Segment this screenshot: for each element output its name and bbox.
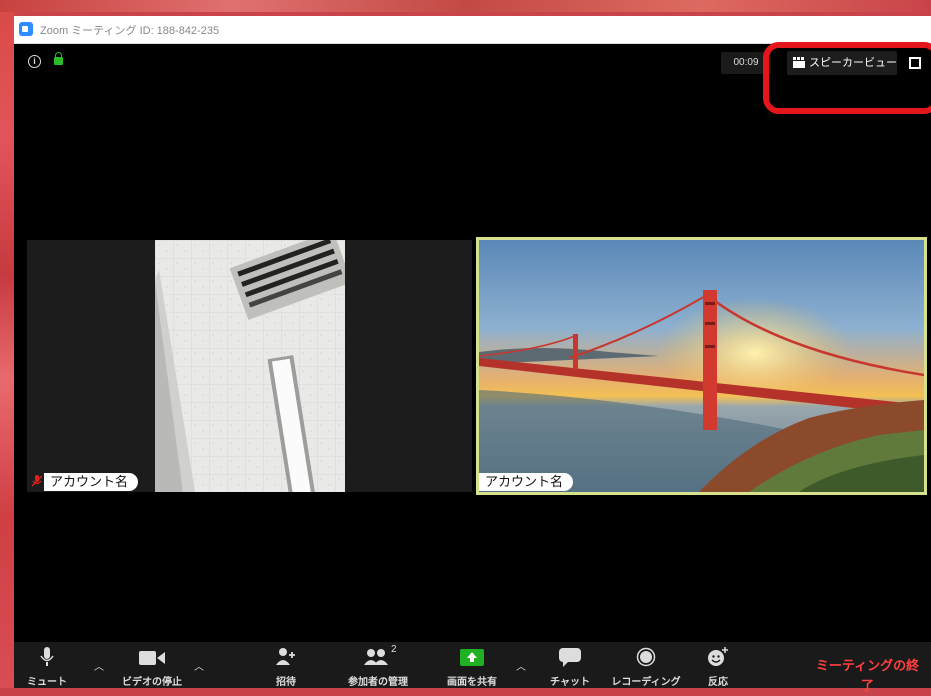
- title-bar: Zoom ミーティング ID: 188-842-235: [14, 16, 931, 44]
- chevron-up-icon[interactable]: ︿: [94, 658, 104, 673]
- chat-button[interactable]: チャット: [542, 642, 598, 688]
- share-screen-icon: [460, 649, 484, 666]
- desktop-background: [0, 0, 14, 688]
- participants-icon: [364, 649, 388, 665]
- stop-video-button[interactable]: ビデオの停止: [116, 642, 188, 688]
- info-icon[interactable]: i: [28, 55, 41, 68]
- zoom-logo-icon: [19, 22, 33, 36]
- record-label: レコーディング: [611, 677, 681, 688]
- meeting-controls-toolbar: ミュート ︿ ビデオの停止 ︿ 招待 2 参加者の管理 画面を共有 ︿ チャット…: [14, 642, 931, 693]
- chevron-up-icon[interactable]: ︿: [194, 658, 204, 673]
- invite-button[interactable]: 招待: [260, 642, 312, 688]
- camera-feed: [155, 240, 345, 492]
- window-title: Zoom ミーティング ID: 188-842-235: [40, 25, 220, 37]
- mute-button[interactable]: ミュート: [18, 642, 76, 688]
- annotation-highlight: [763, 42, 931, 114]
- add-user-icon: [276, 648, 295, 665]
- video-camera-icon: [139, 651, 165, 665]
- invite-label: 招待: [276, 677, 296, 688]
- stop-video-label: ビデオの停止: [122, 677, 182, 688]
- chat-label: チャット: [550, 677, 590, 688]
- share-screen-label: 画面を共有: [447, 677, 497, 688]
- participants-count: 2: [391, 644, 397, 655]
- zoom-window: Zoom ミーティング ID: 188-842-235 i 00:09 スピーカ…: [14, 16, 931, 693]
- chat-bubble-icon: [559, 648, 581, 667]
- participant-name-tag: アカウント名: [44, 473, 139, 491]
- record-icon: [636, 647, 656, 667]
- emoji-icon: [708, 647, 728, 666]
- mute-label: ミュート: [27, 677, 67, 688]
- muted-microphone-icon: [32, 475, 42, 487]
- participant-name-tag: アカウント名: [479, 473, 574, 491]
- microphone-icon: [40, 647, 54, 666]
- manage-participants-label: 参加者の管理: [348, 677, 408, 688]
- end-meeting-button[interactable]: ミーティングの終了: [810, 656, 925, 693]
- desktop-background-top: [0, 0, 931, 12]
- manage-participants-button[interactable]: 2 参加者の管理: [332, 642, 424, 688]
- camera-feed-bridge-background: [479, 240, 924, 492]
- record-button[interactable]: レコーディング: [602, 642, 690, 688]
- participant-video-tile-active-speaker[interactable]: アカウント名: [476, 237, 927, 495]
- reactions-button[interactable]: 反応: [698, 642, 738, 688]
- participant-video-tile[interactable]: アカウント名: [27, 240, 472, 492]
- reactions-label: 反応: [708, 677, 728, 688]
- share-screen-button[interactable]: 画面を共有: [432, 642, 512, 688]
- chevron-up-icon[interactable]: ︿: [516, 658, 526, 673]
- lock-icon[interactable]: [54, 52, 63, 65]
